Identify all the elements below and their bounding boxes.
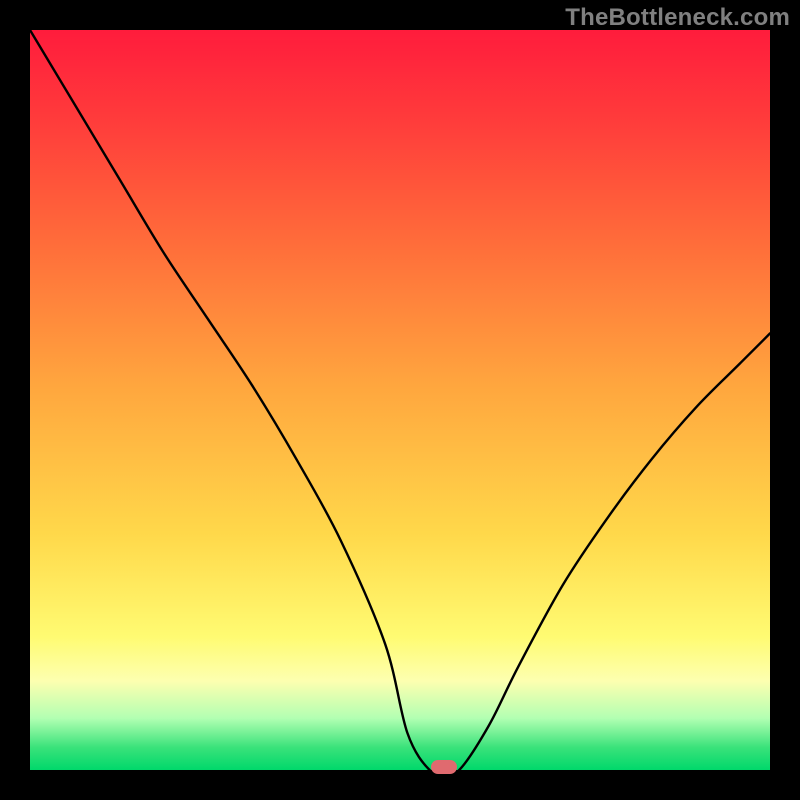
chart-frame: TheBottleneck.com (0, 0, 800, 800)
bottleneck-curve (30, 30, 770, 770)
plot-area (30, 30, 770, 770)
optimum-marker (431, 760, 457, 774)
watermark-text: TheBottleneck.com (565, 4, 790, 32)
